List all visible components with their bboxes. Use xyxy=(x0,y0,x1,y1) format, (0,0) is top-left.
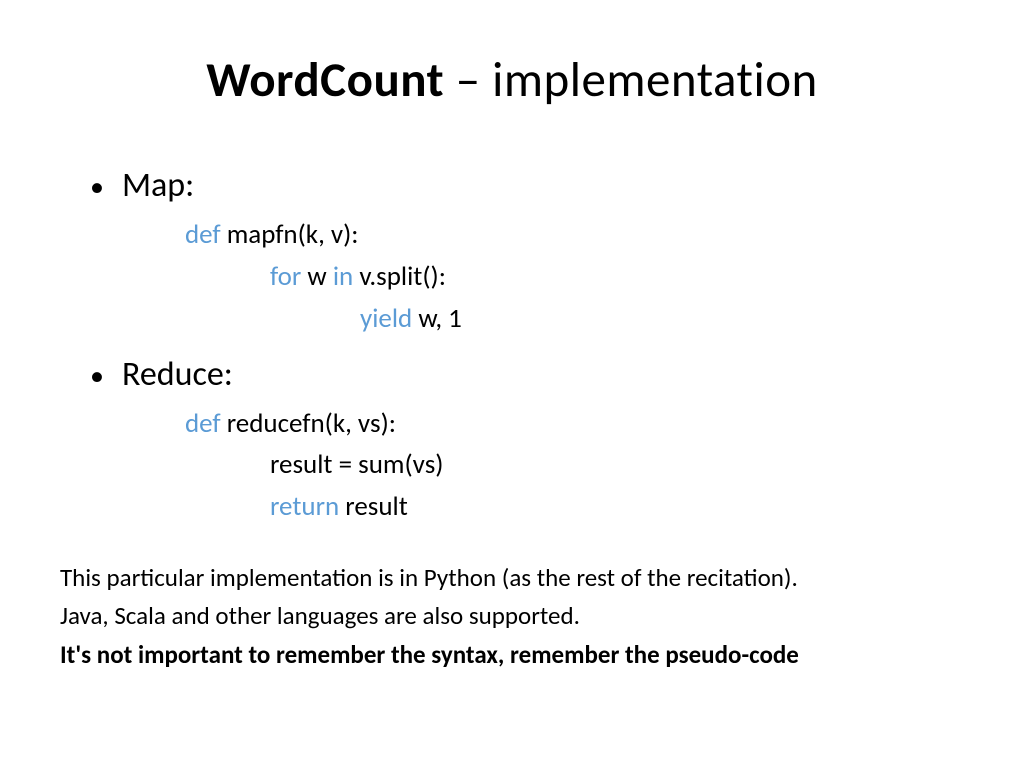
bullet-icon: • xyxy=(90,358,104,394)
code-text: w, 1 xyxy=(412,302,462,335)
bullet-icon: • xyxy=(90,169,104,205)
code-text: reducefn(k, vs): xyxy=(221,407,396,440)
slide-content: • Map: def mapfn(k, v): for w in v.split… xyxy=(60,165,964,528)
keyword-return: return xyxy=(270,490,339,523)
bullet-map: • Map: xyxy=(90,165,964,206)
code-line: yield w, 1 xyxy=(360,298,964,340)
title-bold: WordCount xyxy=(206,50,444,110)
footer-notes: This particular implementation is in Pyt… xyxy=(60,560,964,673)
code-text: mapfn(k, v): xyxy=(221,218,359,251)
keyword-for: for xyxy=(270,260,301,293)
code-text: w xyxy=(301,260,333,293)
code-line: return result xyxy=(270,486,964,528)
footer-line-2: Java, Scala and other languages are also… xyxy=(60,598,964,634)
code-line: def reducefn(k, vs): xyxy=(185,403,964,445)
keyword-yield: yield xyxy=(360,302,412,335)
code-text: result = sum(vs) xyxy=(270,448,443,481)
reduce-label: Reduce: xyxy=(122,354,233,395)
code-line: def mapfn(k, v): xyxy=(185,214,964,256)
code-line: for w in v.split(): xyxy=(270,256,964,298)
code-text: result xyxy=(339,490,408,523)
keyword-def: def xyxy=(185,407,221,440)
map-label: Map: xyxy=(122,165,194,206)
code-text: v.split(): xyxy=(353,260,446,293)
map-code-block: def mapfn(k, v): for w in v.split(): yie… xyxy=(185,214,964,340)
reduce-code-block: def reducefn(k, vs): result = sum(vs) re… xyxy=(185,403,964,529)
code-line: result = sum(vs) xyxy=(270,444,964,486)
keyword-in: in xyxy=(333,260,353,293)
slide-title: WordCount – implementation xyxy=(60,50,964,110)
footer-line-1: This particular implementation is in Pyt… xyxy=(60,560,964,596)
footer-line-3: It's not important to remember the synta… xyxy=(60,637,964,673)
title-rest: – implementation xyxy=(444,50,818,110)
bullet-reduce: • Reduce: xyxy=(90,354,964,395)
keyword-def: def xyxy=(185,218,221,251)
